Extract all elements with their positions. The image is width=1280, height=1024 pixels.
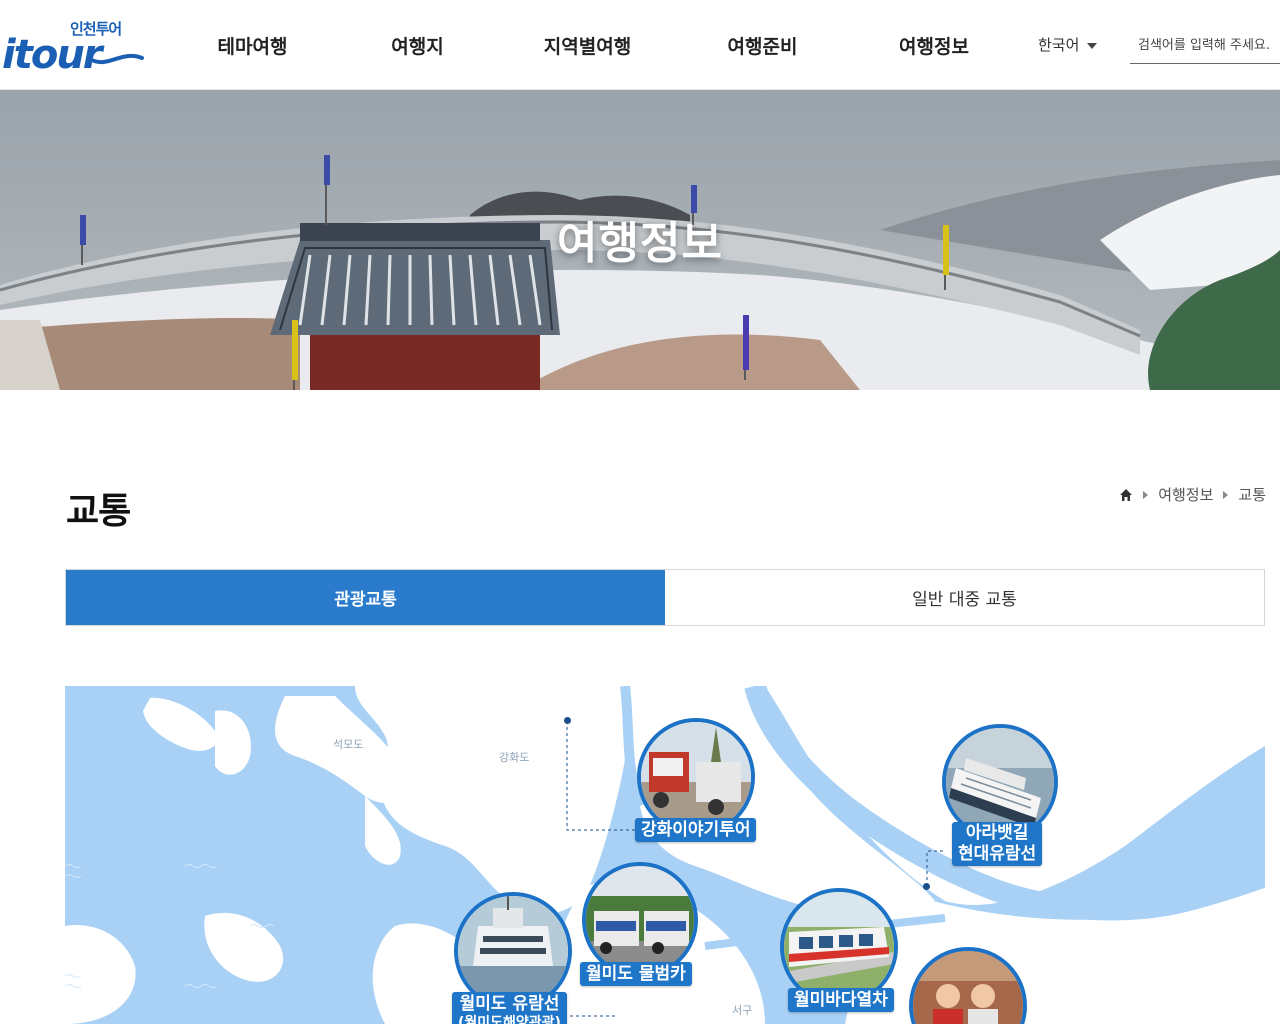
breadcrumb-item-travel-info[interactable]: 여행정보 <box>1158 484 1213 505</box>
map-pin <box>564 717 571 724</box>
breadcrumb-separator <box>1143 490 1149 499</box>
people-photo <box>909 947 1027 1024</box>
map-label-seongmodo: 석모도 <box>333 738 364 751</box>
chevron-down-icon <box>1087 42 1098 49</box>
language-label: 한국어 <box>1038 36 1080 54</box>
nav-item-destinations[interactable]: 여행지 <box>335 0 500 90</box>
map-label-ganghwado: 강화도 <box>499 751 530 764</box>
nav-item-theme-travel[interactable]: 테마여행 <box>170 0 335 90</box>
spot-label-ara-waterway-cruise: 아라뱃길 현대유람선 <box>952 822 1043 866</box>
hero-banner: 여행정보 <box>0 90 1280 390</box>
spot-label-line1: 아라뱃길 <box>965 823 1029 843</box>
breadcrumb: 여행정보 교통 <box>1119 484 1266 505</box>
tab-tourist-transport[interactable]: 관광교통 <box>66 570 665 625</box>
tram-car-photo <box>582 862 698 978</box>
search-input[interactable] <box>1130 27 1280 64</box>
tab-public-transport[interactable]: 일반 대중 교통 <box>665 570 1264 625</box>
spot-label-line2: 현대유람선 <box>958 844 1037 864</box>
transport-map: 석모도 강화도 서구 강화이야기투어 아라뱃길 현대유람선 월미도 물범카 월미… <box>65 686 1265 1024</box>
logo-wave-icon <box>90 54 144 64</box>
site-header: 인천투어 itour 테마여행 여행지 지역별여행 여행준비 여행정보 한국어 <box>0 0 1280 90</box>
nav-item-regional-travel[interactable]: 지역별여행 <box>500 0 675 90</box>
spot-label-wolmido-cruise: 월미도 유람선 (월미도해양관광) <box>452 992 567 1024</box>
breadcrumb-separator <box>1223 490 1229 499</box>
spot-label-wolmi-sea-train: 월미바다열차 <box>788 988 894 1012</box>
spot-label-ganghwa-story-tour: 강화이야기투어 <box>635 818 757 842</box>
map-label-seogu: 서구 <box>732 1004 753 1017</box>
main-navigation: 테마여행 여행지 지역별여행 여행준비 여행정보 <box>170 0 1018 90</box>
hero-title: 여행정보 <box>557 218 723 269</box>
page-title: 교통 <box>66 491 131 532</box>
home-icon[interactable] <box>1119 488 1133 502</box>
nav-item-travel-info[interactable]: 여행정보 <box>850 0 1018 90</box>
transport-tabs: 관광교통 일반 대중 교통 <box>65 569 1265 626</box>
spot-label-sub: (월미도해양관광) <box>458 1015 561 1024</box>
language-selector[interactable]: 한국어 <box>1038 34 1098 55</box>
map-pin <box>923 883 930 890</box>
spot-label-wolmido-seal-car: 월미도 물범카 <box>580 962 692 986</box>
site-logo[interactable]: 인천투어 itour <box>0 16 145 78</box>
breadcrumb-item-transport[interactable]: 교통 <box>1238 484 1266 505</box>
spot-label-main: 월미도 유람선 <box>459 994 560 1014</box>
nav-item-travel-prep[interactable]: 여행준비 <box>675 0 850 90</box>
